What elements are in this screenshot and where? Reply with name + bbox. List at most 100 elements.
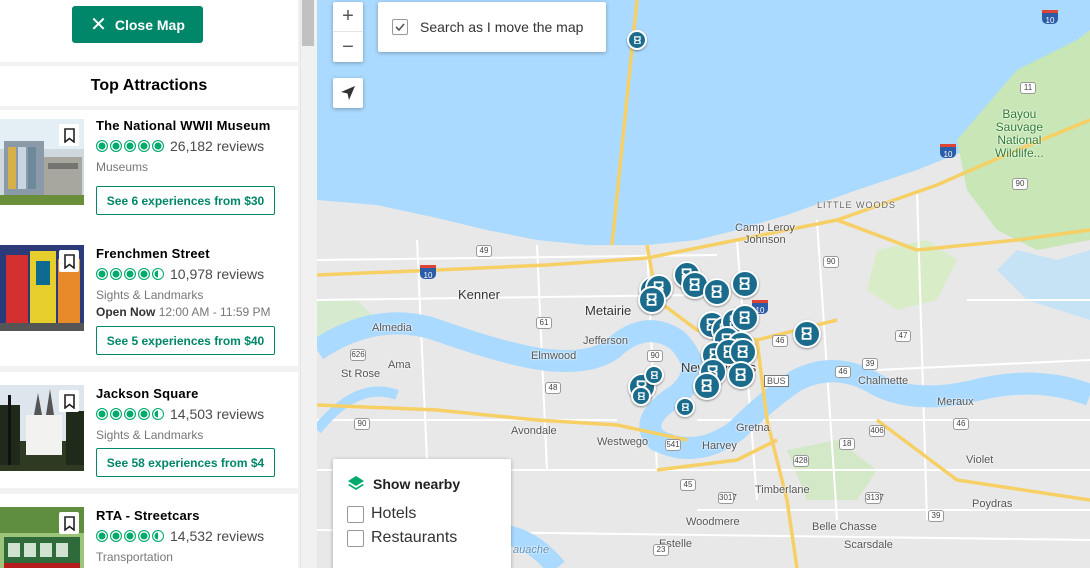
map-label-auache: auache <box>513 544 550 556</box>
attraction-category: Sights & Landmarks <box>96 288 204 302</box>
attraction-category: Museums <box>96 160 149 174</box>
route-shield: 90 <box>354 418 370 430</box>
map-label-bayou-sauvage: Bayou Sauvage National Wildlife... <box>995 108 1044 160</box>
route-shield: 61 <box>536 317 552 329</box>
attraction-pin-icon[interactable] <box>793 320 821 348</box>
route-shield: 11 <box>1020 82 1036 94</box>
restaurants-checkbox[interactable] <box>347 529 364 547</box>
attraction-photo[interactable] <box>0 119 84 205</box>
map-label-wildlife: Wildlife... <box>995 146 1044 160</box>
interstate-shield: 10 <box>1042 10 1058 25</box>
rating-bubble-icon <box>138 408 150 420</box>
attraction-card[interactable]: Frenchmen Street 10,978 reviews Sights &… <box>0 232 298 366</box>
attraction-pin-icon[interactable] <box>627 30 647 50</box>
search-as-move-label: Search as I move the map <box>420 19 584 35</box>
route-shield: 90 <box>647 350 663 362</box>
attraction-card[interactable]: The National WWII Museum 26,182 reviews … <box>0 110 298 248</box>
layers-icon <box>348 476 364 490</box>
search-as-move-checkbox[interactable] <box>392 19 408 35</box>
rating-bubbles: 10,978 reviews <box>96 266 264 282</box>
attraction-photo[interactable] <box>0 385 84 471</box>
map-label-kenner: Kenner <box>458 287 500 302</box>
sidebar-scrollbar[interactable] <box>300 0 317 568</box>
attraction-pin-icon[interactable] <box>638 286 666 314</box>
attraction-name[interactable]: Frenchmen Street <box>96 246 210 261</box>
attraction-name[interactable]: RTA - Streetcars <box>96 508 200 523</box>
route-shield: 45 <box>680 479 696 491</box>
attraction-photo[interactable] <box>0 507 84 568</box>
attraction-name[interactable]: The National WWII Museum <box>96 118 271 133</box>
route-shield: 46 <box>772 335 788 347</box>
show-nearby-title: Show nearby <box>347 475 497 493</box>
rating-bubble-icon <box>138 530 150 542</box>
attraction-card[interactable]: RTA - Streetcars 14,532 reviews Transpor… <box>0 494 298 568</box>
route-shield: 39 <box>862 358 878 370</box>
route-shield: 47 <box>895 330 911 342</box>
bookmark-icon[interactable] <box>59 512 79 534</box>
attraction-photo[interactable] <box>0 245 84 331</box>
experiences-button[interactable]: See 6 experiences from $30 <box>96 186 275 215</box>
attraction-name[interactable]: Jackson Square <box>96 386 199 401</box>
map-label-woodmere: Woodmere <box>686 516 740 528</box>
route-shield: 3137 <box>865 492 884 504</box>
nearby-hotels-option[interactable]: Hotels <box>347 505 497 523</box>
locate-me-button[interactable] <box>333 78 363 108</box>
attraction-pin-icon[interactable] <box>675 397 695 417</box>
attraction-pin-icon[interactable] <box>703 278 731 306</box>
attraction-card[interactable]: Jackson Square 14,503 reviews Sights & L… <box>0 372 298 488</box>
map-label-scarsdale: Scarsdale <box>844 539 893 551</box>
zoom-in-button[interactable]: + <box>333 2 363 32</box>
map-view[interactable]: Kenner Metairie Jefferson Elmwood Almedi… <box>317 0 1090 568</box>
zoom-control: + − <box>333 2 363 62</box>
route-shield: 626 <box>350 349 366 361</box>
map-label-violet: Violet <box>966 454 994 466</box>
experiences-button[interactable]: See 58 experiences from $4 <box>96 448 275 477</box>
zoom-out-button[interactable]: − <box>333 32 363 62</box>
rating-bubble-icon <box>96 408 108 420</box>
route-shield: 90 <box>1012 178 1028 190</box>
route-shield: 46 <box>953 418 969 430</box>
close-map-card: ✕ Close Map <box>0 0 298 62</box>
attraction-pin-icon[interactable] <box>727 361 755 389</box>
hotels-checkbox[interactable] <box>347 505 364 523</box>
map-label-camp-leroy: Camp Leroy <box>735 222 795 234</box>
experiences-button[interactable]: See 5 experiences from $40 <box>96 326 275 355</box>
route-shield: 49 <box>476 245 492 257</box>
attraction-pin-icon[interactable] <box>631 386 651 406</box>
rating-bubble-icon <box>152 530 164 542</box>
route-shield: 406 <box>869 425 885 437</box>
zoom-out-icon: − <box>342 35 354 58</box>
scrollbar-thumb[interactable] <box>302 0 314 46</box>
review-count[interactable]: 26,182 reviews <box>170 138 264 154</box>
map-label-ama: Ama <box>388 359 411 371</box>
show-nearby-label: Show nearby <box>373 476 461 492</box>
rating-bubble-icon <box>110 268 122 280</box>
bookmark-icon[interactable] <box>59 250 79 272</box>
rating-bubble-icon <box>124 140 136 152</box>
close-icon: ✕ <box>90 13 107 36</box>
attraction-category: Transportation <box>96 550 173 564</box>
attraction-pin-icon[interactable] <box>644 365 664 385</box>
search-as-move-toggle[interactable]: Search as I move the map <box>378 2 606 52</box>
review-count[interactable]: 14,532 reviews <box>170 528 264 544</box>
section-title: Top Attractions <box>90 77 208 94</box>
review-count[interactable]: 14,503 reviews <box>170 406 264 422</box>
map-label-timberlane: Timberlane <box>755 484 810 496</box>
map-label-chalmette: Chalmette <box>858 375 909 387</box>
attraction-pin-icon[interactable] <box>693 372 721 400</box>
bookmark-icon[interactable] <box>59 124 79 146</box>
map-label-st-rose: St Rose <box>341 368 381 380</box>
bookmark-icon[interactable] <box>59 390 79 412</box>
open-now-label: Open Now <box>96 305 156 319</box>
review-count[interactable]: 10,978 reviews <box>170 266 264 282</box>
checkmark-icon <box>395 23 405 32</box>
map-label-meraux: Meraux <box>937 396 974 408</box>
map-label-westwego: Westwego <box>597 436 649 448</box>
nearby-restaurants-option[interactable]: Restaurants <box>347 529 497 547</box>
route-shield: 18 <box>839 438 855 450</box>
section-header: Top Attractions <box>0 66 298 106</box>
close-map-button[interactable]: ✕ Close Map <box>72 6 203 43</box>
attractions-sidebar: ✕ Close Map Top Attractions The National… <box>0 0 317 568</box>
route-shield: 3017 <box>718 492 737 504</box>
attraction-pin-icon[interactable] <box>731 270 759 298</box>
